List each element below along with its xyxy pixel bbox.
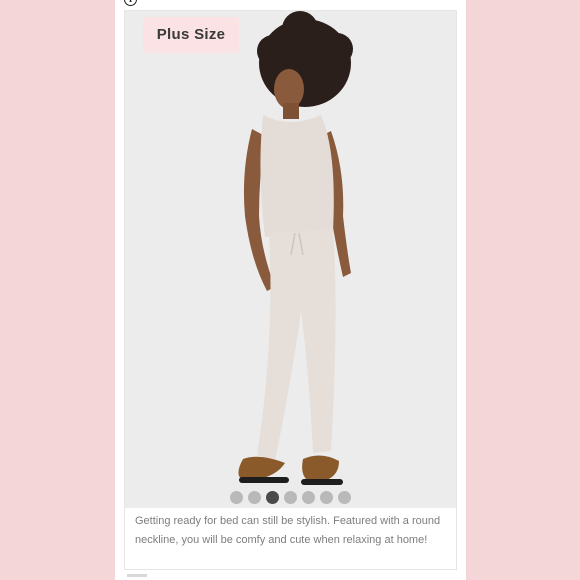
carousel-dot[interactable] (230, 491, 243, 504)
carousel-dot[interactable] (320, 491, 333, 504)
carousel-dot-active[interactable] (266, 491, 279, 504)
carousel-dot[interactable] (248, 491, 261, 504)
product-card: Plus Size Getting ready for bed can stil… (124, 10, 457, 570)
carousel-dot[interactable] (284, 491, 297, 504)
listing-page: i (115, 0, 466, 580)
carousel-dot[interactable] (338, 491, 351, 504)
info-icon[interactable]: i (124, 0, 137, 6)
model-illustration (238, 11, 353, 485)
product-description: Getting ready for bed can still be styli… (135, 515, 441, 546)
footer-text-fragment (127, 574, 147, 577)
product-photo[interactable]: Plus Size (125, 11, 456, 508)
carousel-dots (125, 491, 456, 505)
plus-size-badge: Plus Size (143, 17, 239, 53)
carousel-dot[interactable] (302, 491, 315, 504)
